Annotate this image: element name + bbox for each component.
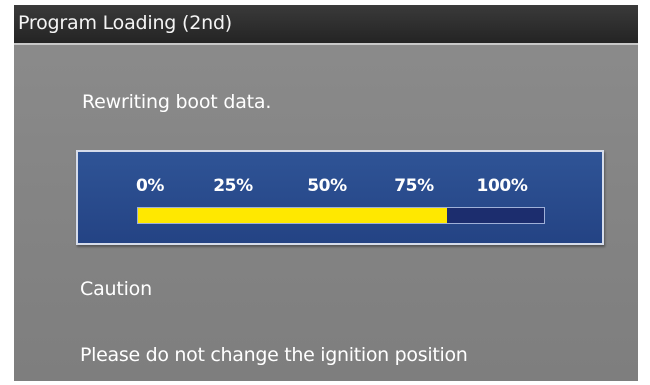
progress-tick-25: 25%: [213, 176, 253, 196]
status-message: Rewriting boot data.: [82, 91, 272, 113]
caution-label: Caution: [80, 278, 152, 300]
window-title: Program Loading (2nd): [18, 12, 233, 34]
title-bar: Program Loading (2nd): [14, 5, 638, 45]
progress-tick-75: 75%: [394, 176, 434, 196]
progress-panel: 0% 25% 50% 75% 100%: [76, 150, 604, 245]
progress-tick-0: 0%: [135, 176, 165, 196]
progress-bar-fill: [138, 208, 447, 223]
progress-tick-50: 50%: [307, 176, 347, 196]
display-screen: Program Loading (2nd) Rewriting boot dat…: [14, 5, 638, 381]
warning-message: Please do not change the ignition positi…: [80, 344, 468, 366]
progress-bar: [137, 207, 545, 224]
progress-tick-100: 100%: [476, 176, 528, 196]
